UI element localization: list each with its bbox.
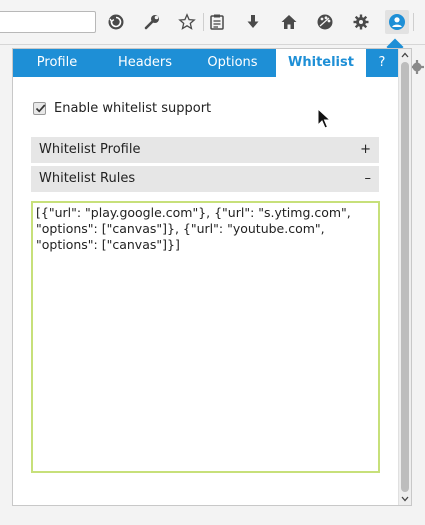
- downloads-button[interactable]: [241, 10, 265, 34]
- wrench-icon: [144, 15, 159, 30]
- whitelist-profile-section[interactable]: Whitelist Profile +: [31, 137, 379, 163]
- collapse-icon[interactable]: –: [365, 166, 372, 192]
- browser-toolbar: [0, 0, 425, 45]
- extension-popup: Profile Headers Options Whitelist ? Enab…: [12, 48, 412, 506]
- chevron-up-icon: [401, 52, 409, 58]
- history-button[interactable]: [104, 10, 128, 34]
- tab-help[interactable]: ?: [366, 49, 398, 77]
- tab-profile[interactable]: Profile: [13, 49, 101, 77]
- toolbar-separator: [413, 13, 414, 31]
- scroll-down-arrow[interactable]: [399, 493, 411, 505]
- mouse-cursor-icon: [317, 108, 331, 129]
- scrollbar[interactable]: [398, 49, 411, 505]
- user-icon: [389, 14, 405, 30]
- home-button[interactable]: [277, 10, 301, 34]
- enable-whitelist-row[interactable]: Enable whitelist support: [33, 101, 211, 116]
- toolbar-separator: [203, 13, 204, 31]
- section-title: Whitelist Profile: [39, 142, 141, 157]
- url-bar[interactable]: [0, 11, 96, 33]
- scroll-up-arrow[interactable]: [399, 49, 411, 61]
- tab-options[interactable]: Options: [189, 49, 276, 77]
- profile-extension-button[interactable]: [385, 10, 409, 34]
- gear-icon: [353, 14, 369, 30]
- palette-icon: [317, 14, 333, 30]
- home-icon: [281, 15, 297, 29]
- download-icon: [247, 15, 259, 28]
- section-title: Whitelist Rules: [39, 171, 136, 186]
- expand-icon[interactable]: +: [360, 137, 371, 163]
- clipboard-icon: [210, 14, 224, 30]
- tab-whitelist[interactable]: Whitelist: [276, 49, 366, 77]
- settings-button[interactable]: [349, 10, 373, 34]
- checkmark-icon: [35, 104, 46, 113]
- scroll-thumb[interactable]: [401, 62, 409, 492]
- theme-button[interactable]: [313, 10, 337, 34]
- whitelist-rules-textarea[interactable]: [31, 201, 380, 473]
- tools-button[interactable]: [140, 10, 164, 34]
- tab-bar: Profile Headers Options Whitelist ?: [13, 49, 398, 77]
- enable-whitelist-label: Enable whitelist support: [54, 101, 212, 116]
- bookmark-button[interactable]: [175, 10, 199, 34]
- enable-whitelist-checkbox[interactable]: [33, 102, 46, 115]
- tab-headers[interactable]: Headers: [101, 49, 189, 77]
- history-icon: [108, 14, 124, 30]
- star-icon: [178, 13, 196, 30]
- chevron-down-icon: [401, 496, 409, 502]
- whitelist-rules-section[interactable]: Whitelist Rules –: [31, 166, 379, 192]
- reading-list-button[interactable]: [205, 10, 229, 34]
